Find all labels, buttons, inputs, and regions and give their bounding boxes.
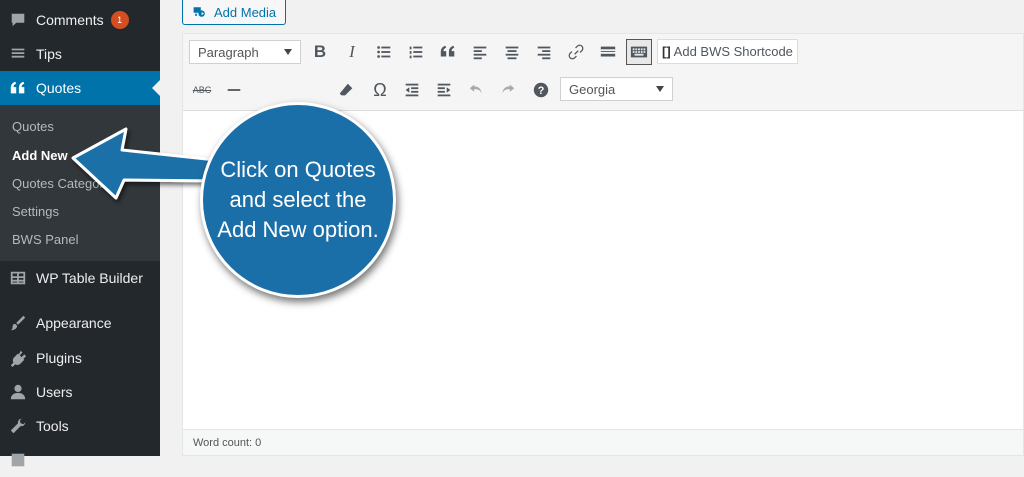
arrow-shape [71, 127, 222, 200]
callout-text: Click on Quotes and select the Add New o… [217, 157, 379, 242]
callout-bubble: Click on Quotes and select the Add New o… [200, 102, 396, 298]
callout-arrow [71, 127, 222, 200]
